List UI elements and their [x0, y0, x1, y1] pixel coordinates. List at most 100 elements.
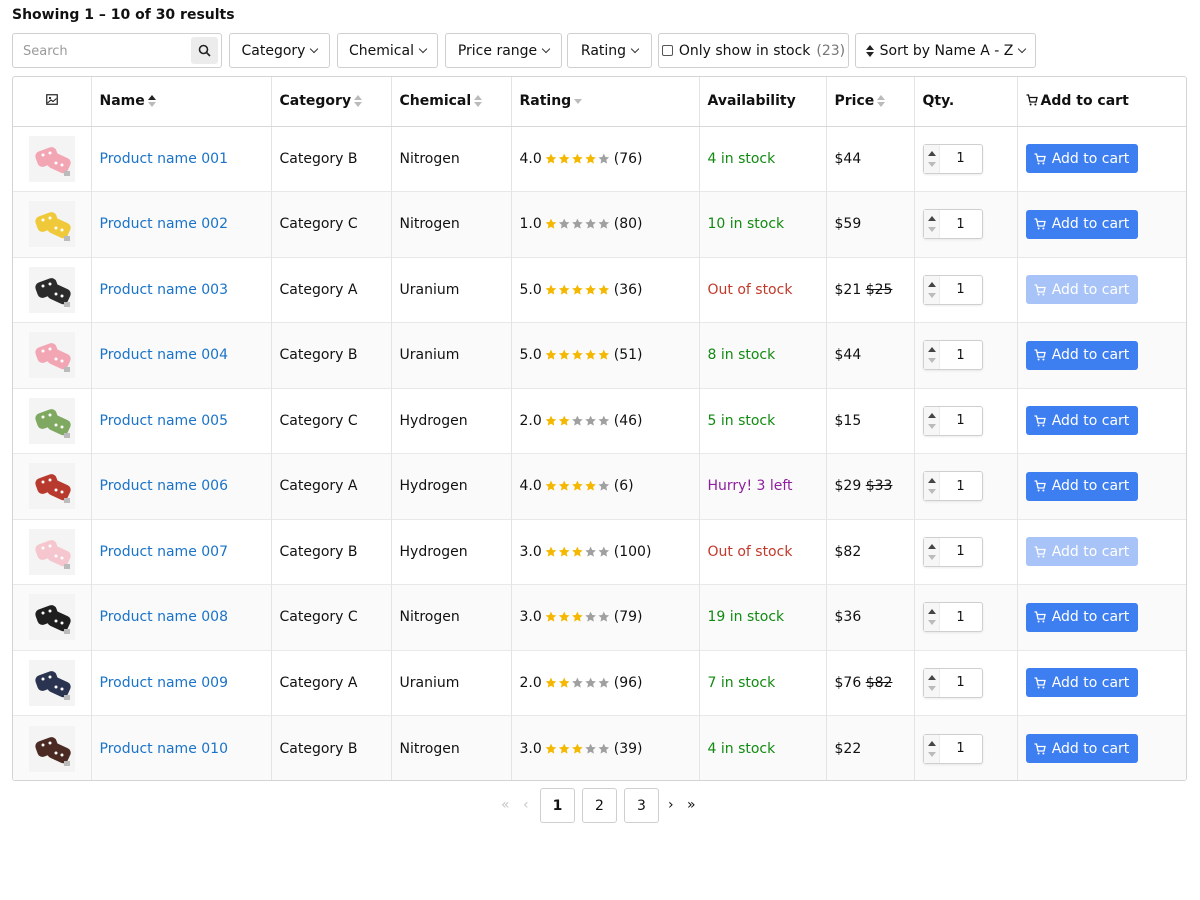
product-name-link[interactable]: Product name 010 [100, 741, 228, 757]
increment-icon[interactable] [927, 347, 936, 353]
decrement-icon[interactable] [927, 751, 936, 757]
page-3-button[interactable]: 3 [624, 788, 659, 823]
products-table: Name Category Chemical Rating Availabili… [12, 76, 1187, 781]
product-thumbnail [28, 397, 75, 444]
quantity-value: 1 [956, 478, 965, 494]
availability-status: Out of stock [707, 281, 793, 298]
add-to-cart-button[interactable]: Add to cart [1025, 734, 1138, 763]
product-thumbnail [28, 659, 75, 706]
quantity-stepper[interactable]: 1 [922, 733, 983, 764]
decrement-icon[interactable] [927, 358, 936, 364]
star-rating [545, 349, 609, 360]
product-thumbnail [28, 528, 75, 575]
rating-column-header[interactable]: Rating [511, 77, 700, 127]
quantity-stepper[interactable]: 1 [922, 405, 983, 436]
quantity-stepper[interactable]: 1 [922, 471, 983, 502]
stepper-arrows [923, 341, 940, 370]
in-stock-checkbox[interactable] [661, 45, 673, 56]
search-input[interactable] [21, 41, 186, 61]
quantity-stepper[interactable]: 1 [922, 667, 983, 698]
last-page-button[interactable]: » [687, 797, 696, 813]
chemical-filter[interactable]: Chemical [337, 33, 438, 68]
category-column-header[interactable]: Category [271, 77, 392, 127]
product-name-link[interactable]: Product name 001 [100, 151, 228, 167]
name-cell: Product name 008 [91, 584, 272, 650]
category-cell: Category C [271, 191, 392, 257]
decrement-icon[interactable] [927, 620, 936, 626]
in-stock-toggle[interactable]: Only show in stock (23) [658, 33, 849, 68]
add-to-cart-button[interactable]: Add to cart [1025, 209, 1138, 239]
increment-icon[interactable] [927, 740, 936, 746]
price-range-filter[interactable]: Price range [445, 33, 562, 68]
availability-cell: 4 in stock [699, 126, 827, 192]
add-to-cart-button[interactable]: Add to cart [1025, 471, 1138, 501]
product-name-link[interactable]: Product name 008 [100, 609, 228, 625]
product-name-link[interactable]: Product name 003 [100, 282, 228, 298]
increment-icon[interactable] [927, 609, 936, 615]
price-cell: $29 $33 [826, 453, 915, 519]
product-name-link[interactable]: Product name 004 [100, 347, 228, 363]
cart-icon [1034, 742, 1046, 754]
availability-cell: 5 in stock [699, 388, 827, 454]
product-name-link[interactable]: Product name 005 [100, 413, 228, 429]
add-to-cart-button[interactable]: Add to cart [1025, 340, 1138, 370]
decrement-icon[interactable] [927, 423, 936, 429]
first-page-button[interactable]: « [501, 797, 510, 813]
increment-icon[interactable] [927, 281, 936, 287]
thumbnail-cell [13, 715, 92, 780]
quantity-stepper[interactable]: 1 [922, 536, 983, 567]
old-price: $25 [865, 281, 893, 298]
cart-cell: Add to cart [1017, 257, 1186, 323]
product-name-link[interactable]: Product name 009 [100, 675, 228, 691]
decrement-icon[interactable] [927, 489, 936, 495]
quantity-stepper[interactable]: 1 [922, 143, 983, 174]
add-to-cart-button[interactable]: Add to cart [1025, 602, 1138, 632]
increment-icon[interactable] [927, 674, 936, 680]
decrement-icon[interactable] [927, 292, 936, 298]
price-column-header[interactable]: Price [826, 77, 915, 127]
decrement-icon[interactable] [927, 554, 936, 560]
availability-cell: Hurry! 3 left [699, 453, 827, 519]
decrement-icon[interactable] [927, 161, 936, 167]
stepper-arrows [923, 668, 940, 697]
search-button[interactable] [191, 37, 218, 64]
quantity-stepper[interactable]: 1 [922, 274, 983, 305]
next-page-button[interactable]: › [668, 797, 674, 813]
add-to-cart-button[interactable]: Add to cart [1025, 406, 1138, 436]
cart-cell: Add to cart [1017, 650, 1186, 716]
add-to-cart-button[interactable]: Add to cart [1025, 668, 1138, 698]
rating-filter[interactable]: Rating [567, 33, 652, 68]
product-thumbnail [28, 332, 75, 379]
product-name-link[interactable]: Product name 006 [100, 478, 228, 494]
add-to-cart-button[interactable]: Add to cart [1025, 537, 1138, 567]
chemical-cell: Uranium [391, 257, 512, 323]
thumbnail-cell [13, 322, 92, 388]
review-count: (80) [613, 216, 643, 233]
quantity-stepper[interactable]: 1 [922, 340, 983, 371]
increment-icon[interactable] [927, 216, 936, 222]
rating-cell: 5.0 (51) [511, 322, 700, 388]
page-1-button[interactable]: 1 [540, 788, 575, 823]
decrement-icon[interactable] [927, 685, 936, 691]
quantity-stepper[interactable]: 1 [922, 209, 983, 240]
sort-dropdown[interactable]: Sort by Name A - Z [855, 33, 1036, 68]
increment-icon[interactable] [927, 150, 936, 156]
increment-icon[interactable] [927, 412, 936, 418]
chemical-column-header[interactable]: Chemical [391, 77, 512, 127]
cart-cell: Add to cart [1017, 454, 1186, 520]
price-value: $82 [834, 543, 862, 560]
increment-icon[interactable] [927, 478, 936, 484]
page-2-button[interactable]: 2 [582, 788, 617, 823]
prev-page-button[interactable]: ‹ [523, 797, 529, 813]
review-count: (76) [613, 150, 643, 167]
add-to-cart-button[interactable]: Add to cart [1025, 144, 1138, 174]
product-name-link[interactable]: Product name 007 [100, 544, 228, 560]
add-to-cart-label: Add to cart [1051, 609, 1130, 626]
name-column-header[interactable]: Name [91, 77, 272, 127]
add-to-cart-button[interactable]: Add to cart [1025, 275, 1138, 305]
quantity-stepper[interactable]: 1 [922, 602, 983, 633]
product-name-link[interactable]: Product name 002 [100, 216, 228, 232]
category-filter[interactable]: Category [229, 33, 330, 68]
decrement-icon[interactable] [927, 227, 936, 233]
increment-icon[interactable] [927, 543, 936, 549]
